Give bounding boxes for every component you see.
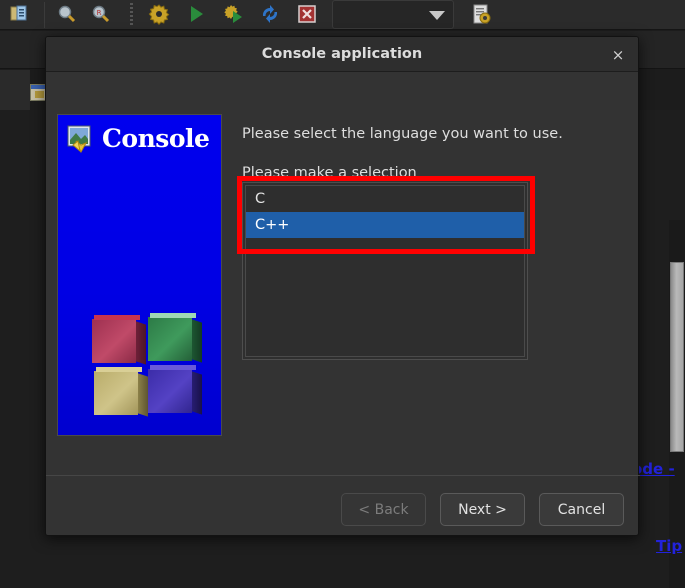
start-page-scrollbar-thumb[interactable] [670, 262, 684, 452]
console-logo-text: Console [102, 124, 209, 153]
language-list-container: C C++ [242, 182, 528, 360]
list-item-cpp[interactable]: C++ [246, 212, 524, 238]
back-button[interactable]: < Back [341, 493, 426, 526]
instruction-text: Please select the language you want to u… [242, 126, 563, 142]
selection-label: Please make a selection [242, 165, 417, 181]
rebuild-icon[interactable] [259, 3, 281, 25]
console-logo-icon [67, 125, 95, 153]
link-tip[interactable]: Tip [656, 537, 682, 555]
cancel-button[interactable]: Cancel [539, 493, 624, 526]
run-icon[interactable] [185, 3, 207, 25]
screen: R [0, 0, 685, 588]
language-listbox[interactable]: C C++ [245, 185, 525, 357]
console-application-dialog: Console application × Console [45, 36, 639, 536]
build-icon[interactable] [148, 3, 170, 25]
chevron-down-icon [429, 11, 445, 20]
toolbar-separator [44, 2, 45, 28]
close-icon[interactable]: × [608, 45, 628, 65]
open-files-icon[interactable] [8, 3, 30, 25]
build-target-combo[interactable] [332, 0, 454, 29]
next-button[interactable]: Next > [440, 493, 525, 526]
toolbar-grip[interactable] [130, 3, 133, 27]
wizard-banner-image: Console [57, 114, 222, 436]
abort-icon[interactable] [296, 3, 318, 25]
dialog-body: Console [46, 72, 638, 537]
ide-main-toolbar: R [0, 0, 685, 30]
build-and-run-icon[interactable] [222, 3, 244, 25]
svg-text:R: R [97, 9, 102, 17]
dialog-title: Console application [262, 46, 422, 62]
replace-icon[interactable]: R [90, 3, 112, 25]
cubes-graphic [88, 315, 200, 423]
dialog-separator [46, 475, 640, 476]
list-item-c[interactable]: C [246, 186, 524, 212]
find-icon[interactable] [56, 3, 78, 25]
project-settings-icon[interactable] [470, 3, 492, 25]
dialog-titlebar: Console application × [46, 37, 638, 72]
dialog-button-row: < Back Next > Cancel [341, 493, 624, 526]
